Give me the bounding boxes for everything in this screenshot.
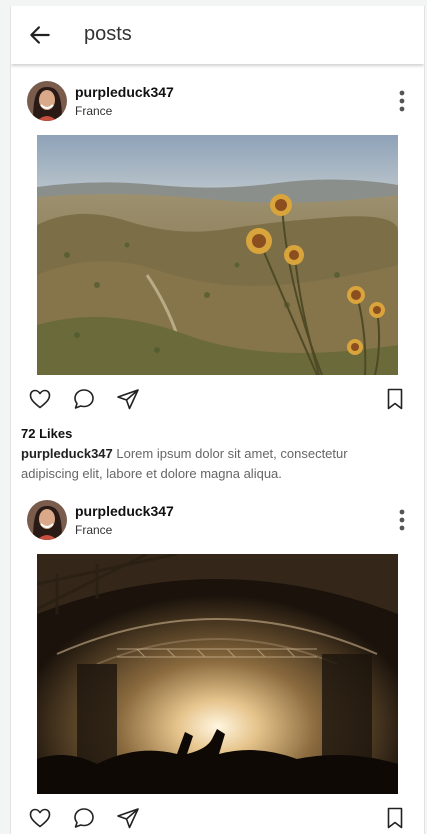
bookmark-icon[interactable] bbox=[383, 387, 407, 411]
app-frame: posts purpleduck347 France 72 Likes purp… bbox=[10, 6, 425, 834]
heart-icon[interactable] bbox=[28, 806, 52, 830]
caption-username[interactable]: purpleduck347 bbox=[21, 446, 113, 461]
top-app-bar: posts bbox=[11, 6, 424, 64]
post-photo[interactable] bbox=[37, 554, 398, 794]
more-vertical-icon[interactable] bbox=[398, 90, 406, 112]
more-vertical-icon[interactable] bbox=[398, 509, 406, 531]
arrow-left-icon[interactable] bbox=[27, 22, 53, 48]
post-card: purpleduck347 France bbox=[11, 64, 424, 484]
comment-icon[interactable] bbox=[72, 387, 96, 411]
post-location: France bbox=[75, 104, 113, 118]
post-location: France bbox=[75, 523, 113, 537]
page-title: posts bbox=[84, 23, 132, 45]
post-photo[interactable] bbox=[37, 135, 398, 375]
send-icon[interactable] bbox=[116, 806, 140, 830]
heart-icon[interactable] bbox=[28, 387, 52, 411]
avatar[interactable] bbox=[27, 500, 67, 540]
post-username[interactable]: purpleduck347 bbox=[75, 84, 174, 100]
post-card: purpleduck347 France bbox=[11, 483, 424, 834]
likes-count[interactable]: 72 Likes bbox=[21, 426, 72, 441]
post-caption: purpleduck347 Lorem ipsum dolor sit amet… bbox=[21, 444, 401, 484]
post-username[interactable]: purpleduck347 bbox=[75, 503, 174, 519]
avatar[interactable] bbox=[27, 81, 67, 121]
bookmark-icon[interactable] bbox=[383, 806, 407, 830]
send-icon[interactable] bbox=[116, 387, 140, 411]
comment-icon[interactable] bbox=[72, 806, 96, 830]
